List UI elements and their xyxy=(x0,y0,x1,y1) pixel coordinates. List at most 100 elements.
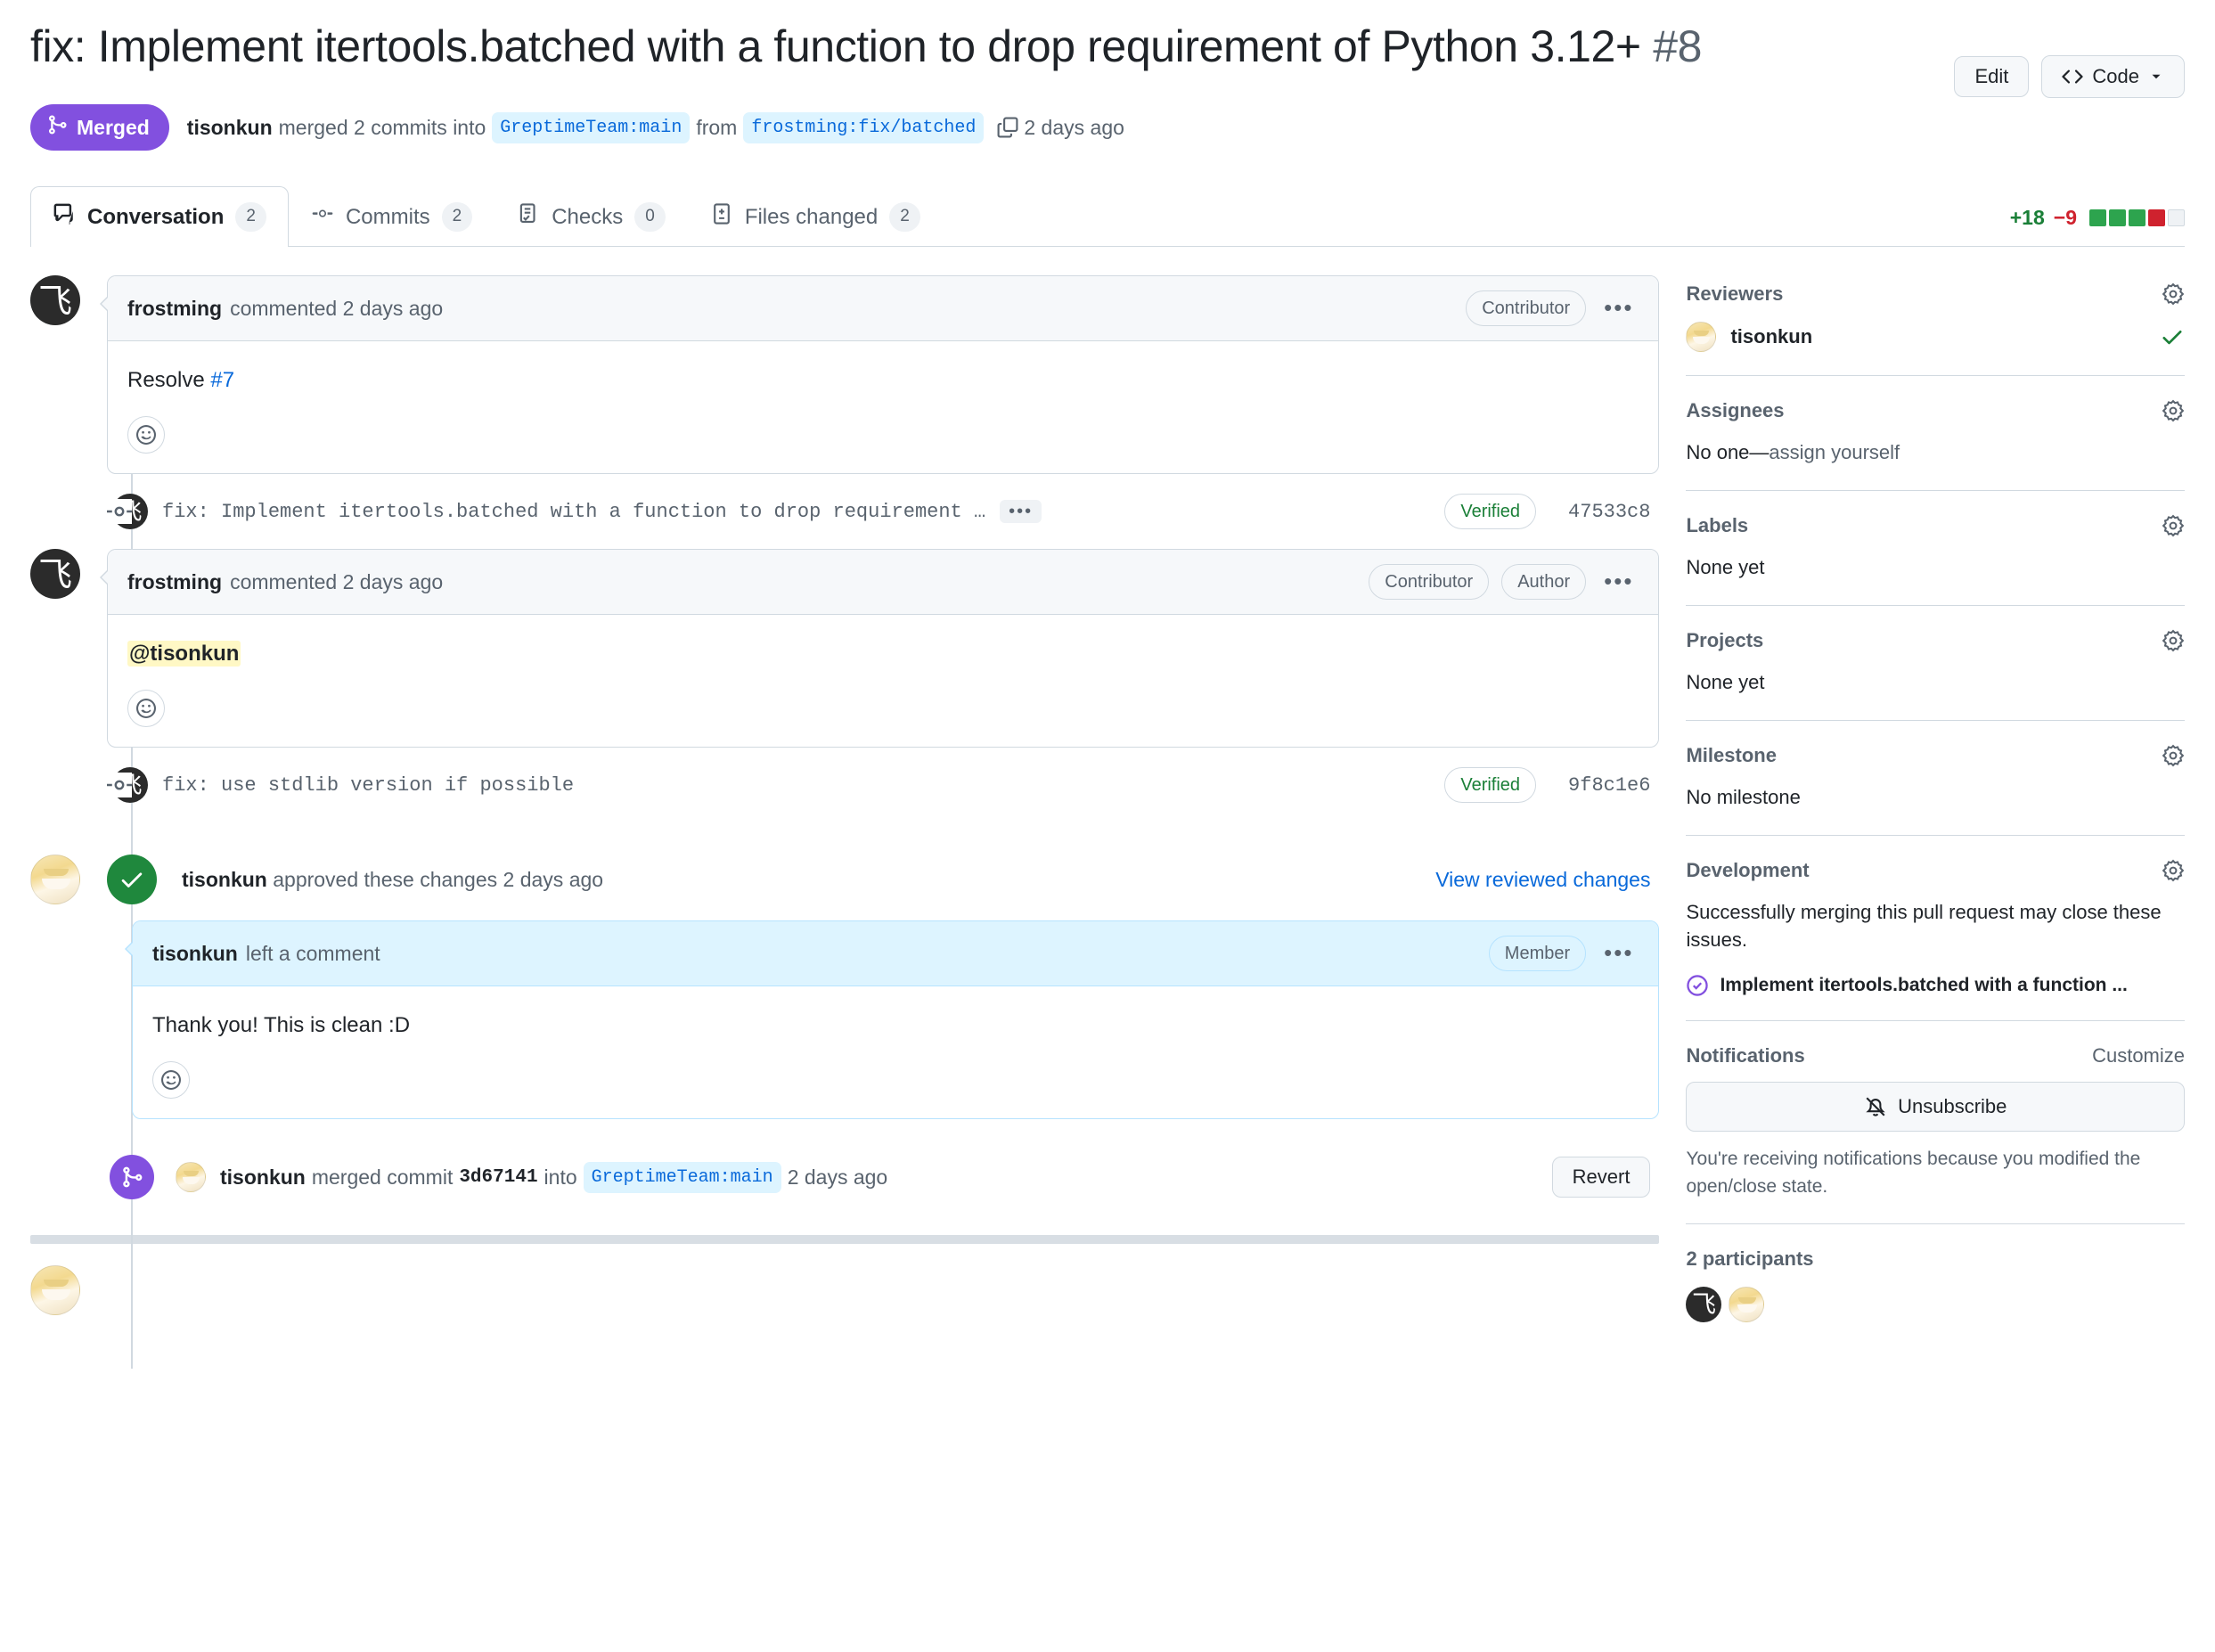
verified-badge[interactable]: Verified xyxy=(1444,494,1537,529)
tab-commits[interactable]: Commits 2 xyxy=(289,186,494,247)
sidebar-development-header: Development xyxy=(1686,859,2185,882)
comment-card: frostming commented 2 days ago Contribut… xyxy=(107,549,1660,748)
gear-icon[interactable] xyxy=(2162,859,2185,882)
add-reaction-button[interactable] xyxy=(127,416,165,454)
customize-link[interactable]: Customize xyxy=(2092,1044,2185,1067)
avatar[interactable] xyxy=(1729,1287,1765,1323)
base-branch-chip[interactable]: GreptimeTeam:main xyxy=(492,111,691,143)
edit-button-label: Edit xyxy=(1974,65,2009,87)
commit-node-icon xyxy=(107,499,132,524)
gear-icon[interactable] xyxy=(2162,744,2185,767)
merge-time: 2 days ago xyxy=(1024,115,1124,139)
comment-author[interactable]: frostming xyxy=(127,297,222,321)
timeline-divider xyxy=(30,1235,1660,1244)
comment-menu-icon[interactable]: ••• xyxy=(1598,942,1639,964)
commit-sha[interactable]: 47533c8 xyxy=(1568,501,1650,523)
page-title: fix: Implement itertools.batched with a … xyxy=(30,20,1919,74)
merger-name[interactable]: tisonkun xyxy=(187,116,273,140)
revert-button[interactable]: Revert xyxy=(1551,1157,1651,1198)
comment-menu-icon[interactable]: ••• xyxy=(1598,570,1639,593)
user-mention[interactable]: @tisonkun xyxy=(127,641,241,667)
view-reviewed-changes-link[interactable]: View reviewed changes xyxy=(1435,868,1650,891)
verified-badge[interactable]: Verified xyxy=(1444,767,1537,803)
gear-icon[interactable] xyxy=(2162,399,2185,422)
gear-icon[interactable] xyxy=(2162,514,2185,537)
status-badge-label: Merged xyxy=(77,115,150,139)
merge-summary-text: merged 2 commits into xyxy=(278,115,486,139)
comment-icon xyxy=(53,202,76,232)
merge-event-time: 2 days ago xyxy=(787,1165,888,1189)
merger-name[interactable]: tisonkun xyxy=(220,1165,306,1190)
milestone-value: No milestone xyxy=(1686,785,1801,808)
sidebar-notifications-title: Notifications xyxy=(1686,1044,1805,1067)
timeline: frostming commented 2 days ago Contribut… xyxy=(30,275,1660,1370)
unsubscribe-button[interactable]: Unsubscribe xyxy=(1686,1082,2185,1133)
commit-sha[interactable]: 9f8c1e6 xyxy=(1568,774,1650,797)
commit-message[interactable]: fix: use stdlib version if possible xyxy=(162,774,574,797)
timeline-commit-2: fix: use stdlib version if possible Veri… xyxy=(30,748,1659,822)
avatar[interactable] xyxy=(30,855,80,904)
diffstat-deletions: −9 xyxy=(2053,206,2077,229)
tab-files-changed[interactable]: Files changed 2 xyxy=(688,186,943,247)
comment-body: Thank you! This is clean :D xyxy=(133,986,1658,1118)
avatar[interactable] xyxy=(176,1162,206,1192)
tab-files-changed-count: 2 xyxy=(889,202,920,232)
commit-expand-button[interactable]: ••• xyxy=(1000,500,1042,523)
assignees-empty: No one—assign yourself xyxy=(1686,438,2185,467)
pr-number: #8 xyxy=(1653,21,1703,71)
bell-slash-icon xyxy=(1864,1095,1887,1118)
reviewer-item-tisonkun[interactable]: tisonkun xyxy=(1686,322,2185,352)
comment-header: frostming commented 2 days ago Contribut… xyxy=(108,276,1659,341)
status-badge: Merged xyxy=(30,104,169,151)
tab-commits-label: Commits xyxy=(345,204,430,229)
tab-files-changed-label: Files changed xyxy=(744,204,879,229)
gear-icon[interactable] xyxy=(2162,282,2185,306)
avatar[interactable] xyxy=(30,275,80,325)
approver-name[interactable]: tisonkun xyxy=(182,868,267,891)
development-linked-issue[interactable]: Implement itertools.batched with a funct… xyxy=(1686,974,2185,997)
pr-header: fix: Implement itertools.batched with a … xyxy=(30,0,2185,151)
timeline-commit-1: fix: Implement itertools.batched with a … xyxy=(30,474,1659,549)
merge-target-branch[interactable]: GreptimeTeam:main xyxy=(583,1161,781,1193)
sidebar-development-title: Development xyxy=(1686,858,1810,881)
issue-link[interactable]: #7 xyxy=(210,368,234,392)
diffstat-additions: +18 xyxy=(2009,206,2045,229)
comment-author[interactable]: frostming xyxy=(127,570,222,594)
edit-button[interactable]: Edit xyxy=(1954,56,2030,97)
sidebar-section-projects: Projects None yet xyxy=(1686,629,2185,721)
merged-icon xyxy=(46,114,68,141)
avatar xyxy=(1686,322,1717,352)
comment-header: tisonkun left a comment Member ••• xyxy=(133,921,1659,986)
tab-conversation[interactable]: Conversation 2 xyxy=(30,186,289,247)
comment-action: commented 2 days ago xyxy=(230,296,444,320)
add-reaction-button[interactable] xyxy=(127,690,165,727)
sidebar-assignees-title: Assignees xyxy=(1686,399,1785,421)
merge-event-text: tisonkun merged commit 3d67141 into Grep… xyxy=(220,1161,894,1193)
from-text: from xyxy=(696,115,738,139)
gear-icon[interactable] xyxy=(2162,629,2185,652)
tab-checks[interactable]: Checks 0 xyxy=(494,186,688,247)
head-branch-chip[interactable]: frostming:fix/batched xyxy=(743,111,985,143)
comment-text: Thank you! This is clean :D xyxy=(152,1013,411,1037)
pull-request-page: fix: Implement itertools.batched with a … xyxy=(0,0,2215,1652)
notifications-note: You're receiving notifications because y… xyxy=(1686,1149,2141,1197)
merged-event-icon xyxy=(110,1155,154,1199)
comment-author[interactable]: tisonkun xyxy=(152,942,238,966)
merge-commit-sha[interactable]: 3d67141 xyxy=(459,1167,537,1188)
avatar[interactable] xyxy=(30,1265,80,1315)
copy-icon[interactable] xyxy=(996,116,1019,139)
avatar[interactable] xyxy=(1686,1287,1722,1323)
sidebar-projects-title: Projects xyxy=(1686,628,1764,651)
comment-menu-icon[interactable]: ••• xyxy=(1598,297,1639,319)
assign-yourself-link[interactable]: assign yourself xyxy=(1769,441,1900,463)
sidebar-labels-title: Labels xyxy=(1686,513,1749,536)
sidebar-section-development: Development Successfully merging this pu… xyxy=(1686,859,2185,1022)
issue-closed-icon xyxy=(1686,974,1709,997)
code-button[interactable]: Code xyxy=(2041,55,2185,98)
comment-action: left a comment xyxy=(245,941,380,965)
sidebar-section-reviewers: Reviewers tisonkun xyxy=(1686,282,2185,376)
add-reaction-button[interactable] xyxy=(152,1061,190,1099)
commit-message[interactable]: fix: Implement itertools.batched with a … xyxy=(162,501,985,523)
pr-meta: Merged tisonkun merged 2 commits into Gr… xyxy=(30,104,2185,151)
avatar[interactable] xyxy=(30,549,80,599)
